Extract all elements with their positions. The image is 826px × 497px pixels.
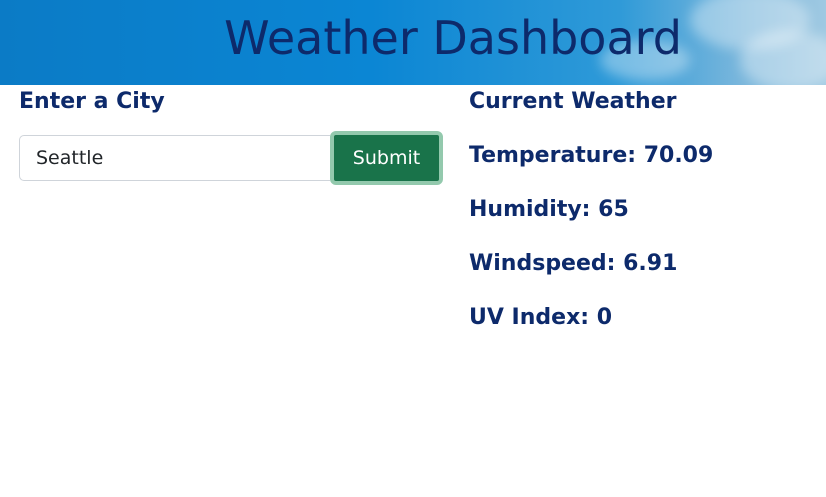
temperature-value: Temperature: 70.09	[469, 143, 714, 168]
city-search-panel: Enter a City Submit	[19, 88, 443, 185]
uv-index-value: UV Index: 0	[469, 305, 613, 330]
submit-button[interactable]: Submit	[330, 131, 443, 185]
page-title: Weather Dashboard	[224, 11, 682, 65]
windspeed-value: Windspeed: 6.91	[469, 251, 678, 276]
city-search-heading: Enter a City	[19, 89, 165, 114]
current-weather-heading: Current Weather	[469, 89, 677, 114]
city-input[interactable]	[19, 135, 330, 181]
humidity-value: Humidity: 65	[469, 197, 629, 222]
city-search-form: Submit	[19, 131, 443, 185]
current-weather-panel: Current Weather Temperature: 70.09 Humid…	[469, 88, 809, 330]
page-header: Weather Dashboard	[0, 0, 826, 85]
